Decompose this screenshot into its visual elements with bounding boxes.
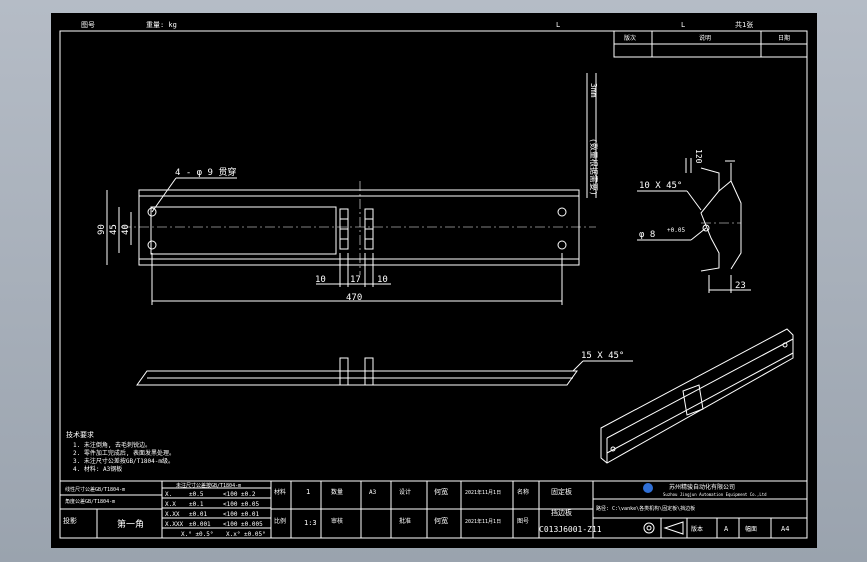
notes-line-1: 1. 未注倒角, 去毛刺锐边。 — [73, 441, 151, 449]
qty-value: 1 — [306, 488, 310, 496]
dim-45: 45 — [109, 224, 119, 235]
check-label: 审核 — [331, 517, 343, 525]
company-name-en: Suzhou Jingjun Automation Equipment Co.,… — [663, 492, 767, 497]
scale-label: 比例 — [274, 517, 286, 525]
part-name: 固定板 — [551, 487, 572, 496]
technical-notes: 技术要求 1. 未注倒角, 去毛刺锐边。 2. 零件加工完成后, 表面发黑处理。… — [66, 430, 175, 473]
drawing-no: C013J6001-Z11 — [539, 525, 602, 534]
check-name: 何宽 — [434, 516, 448, 525]
isometric-view — [600, 328, 794, 464]
chamfer-10: 10 X 45° — [639, 181, 682, 191]
notes-line-2: 2. 零件加工完成后, 表面发黑处理。 — [73, 449, 175, 457]
design-date: 2021年11月1日 — [465, 489, 501, 496]
title-block: 未注尺寸公差按GB/T1804-m 线性尺寸公差GB/T1804-m 角度公差G… — [59, 480, 808, 539]
front-view: 15 X 45° — [136, 351, 633, 386]
rev-header-desc: 说明 — [699, 34, 711, 42]
name-label: 名称 — [517, 488, 529, 496]
proj-value: 第一角 — [117, 518, 144, 530]
top-view: 4 - φ 9 贯穿 90 45 40 470 10 17 10 — [97, 166, 596, 305]
part-name-2: 挡边板 — [551, 508, 572, 517]
tol-row-2-b: ±0.1 — [189, 501, 204, 508]
qty-label: 数量 — [331, 488, 343, 496]
tol-row-1-a: X. — [165, 491, 172, 498]
notes-title: 技术要求 — [66, 430, 94, 439]
dim-10a: 10 — [315, 275, 326, 285]
rev-header-version: 版次 — [624, 34, 636, 42]
side-view-strip: 3mm (数量根据需要) — [586, 73, 599, 198]
hole-note: 4 - φ 9 贯穿 — [175, 166, 236, 178]
dim-23: 23 — [735, 281, 746, 291]
check-date: 2021年11月1日 — [465, 518, 501, 525]
projection-cone-icon — [663, 521, 684, 535]
material-label: 材料 — [274, 488, 286, 496]
angle-row-a: X.° ±0.5° — [181, 531, 214, 538]
tol-row-2-c: <100 ±0.05 — [223, 501, 260, 508]
rev-header-date: 日期 — [778, 34, 790, 42]
material-value: A3 — [369, 489, 377, 496]
company-logo-icon — [643, 483, 653, 493]
tol-row-1-b: ±0.5 — [189, 491, 204, 498]
dim-17: 17 — [350, 275, 361, 285]
projection-circle-icon — [643, 522, 655, 534]
revision-table: 版次 说明 日期 — [613, 30, 808, 58]
dia-8: φ 8 — [639, 230, 655, 240]
tol-header: 未注尺寸公差按GB/T1804-m — [176, 482, 241, 489]
dim-470: 470 — [346, 293, 362, 303]
tol-row-4-b: ±0.001 — [189, 521, 211, 528]
cad-viewport[interactable]: 图号 重量: kg L L 共1张 版次 说明 日期 3mm (数量根据需要) — [51, 13, 817, 548]
tol-row-2-a: X.X — [165, 501, 176, 508]
dim-top: 120 — [694, 149, 703, 164]
header-weight-label: 重量: kg — [146, 21, 177, 29]
tol-8: +0.05 — [667, 227, 685, 234]
tol-row-3-b: ±0.01 — [189, 511, 207, 518]
company-name: 苏州精骏自动化有限公司 — [669, 483, 735, 491]
tol-row-4-a: X.XXX — [165, 521, 183, 528]
header-mark-l1: L — [556, 21, 560, 29]
dim-40: 40 — [121, 224, 131, 235]
design-label: 设计 — [399, 488, 411, 496]
version-value: A — [724, 525, 729, 533]
tol-left-row-2: 角度公差GB/T1804-m — [65, 498, 115, 505]
dim-90: 90 — [97, 224, 107, 235]
header-sheet-label: 共1张 — [735, 20, 753, 29]
tol-left-row-1: 线性尺寸公差GB/T1804-m — [65, 486, 125, 493]
approve-label: 批准 — [399, 517, 411, 525]
notes-line-3: 3. 未注尺寸公差按GB/T1804-m级。 — [73, 457, 174, 465]
size-label: 幅面 — [745, 525, 757, 533]
tol-row-1-c: <100 ±0.2 — [223, 491, 256, 498]
dim-10b: 10 — [377, 275, 388, 285]
chamfer-15: 15 X 45° — [581, 351, 624, 361]
header-mark-l2: L — [681, 21, 685, 29]
angle-row-b: X.x° ±0.05° — [226, 531, 266, 538]
section-view: 120 10 X 45° φ 8 +0.05 23 — [637, 149, 751, 293]
tol-row-4-c: <100 ±0.005 — [223, 521, 263, 528]
drawing-canvas[interactable]: 图号 重量: kg L L 共1张 版次 说明 日期 3mm (数量根据需要) — [51, 13, 817, 548]
side-note-label: (数量根据需要) — [589, 138, 599, 196]
tol-row-3-c: <100 ±0.01 — [223, 511, 260, 518]
header-left-label: 图号 — [81, 21, 95, 29]
tol-row-3-a: X.XX — [165, 511, 180, 518]
version-label: 版本 — [691, 525, 703, 533]
proj-label: 投影 — [63, 516, 77, 525]
side-dim-label: 3mm — [589, 83, 598, 98]
drawing-no-label: 图号 — [517, 518, 529, 525]
notes-line-4: 4. 材料: A3钢板 — [73, 465, 122, 473]
drawing-path: 路径: C:\vanke\各类机构\固定板\挡边板 — [596, 505, 695, 512]
size-value: A4 — [781, 525, 789, 533]
design-name: 何宽 — [434, 487, 448, 496]
scale-value: 1:3 — [304, 519, 317, 527]
